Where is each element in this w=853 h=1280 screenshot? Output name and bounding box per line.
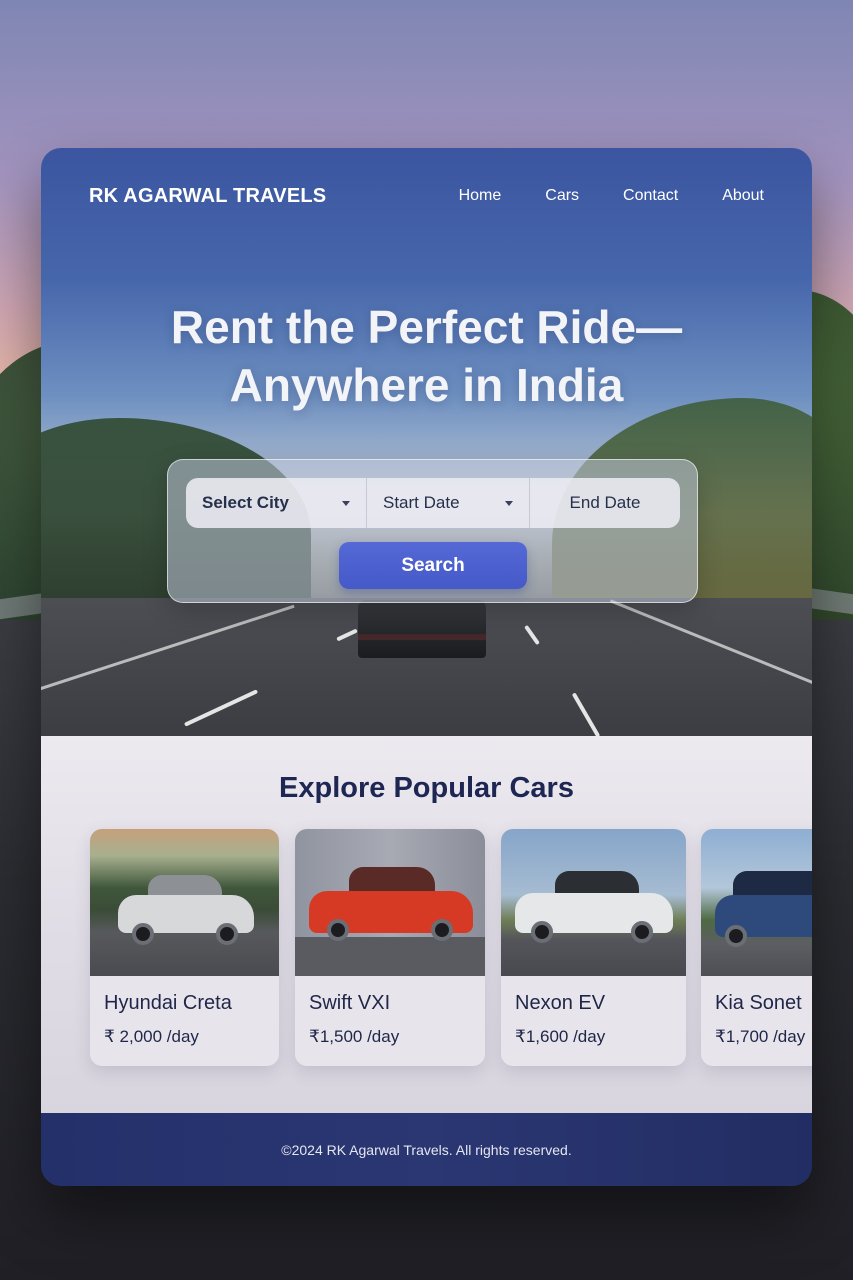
nav-item-about[interactable]: About (722, 187, 764, 205)
car-price: ₹1,700 /day (715, 1027, 806, 1046)
search-fields: Select City Start Date End Date (186, 478, 680, 528)
start-date-label: Start Date (383, 493, 460, 512)
website-card: RK AGARWAL TRAVELS Home Cars Contact Abo… (41, 148, 812, 1186)
brand-logo[interactable]: RK AGARWAL TRAVELS (89, 185, 326, 208)
car-name: Hyundai Creta (104, 992, 232, 1014)
nav-item-contact[interactable]: Contact (623, 187, 678, 205)
nav-item-home[interactable]: Home (459, 187, 502, 205)
nav-menu: Home Cars Contact About (459, 187, 764, 205)
nav-item-cars[interactable]: Cars (545, 187, 579, 205)
chevron-down-icon (342, 500, 350, 506)
car-photo (701, 829, 812, 976)
top-navigation: RK AGARWAL TRAVELS Home Cars Contact Abo… (41, 148, 812, 244)
search-button[interactable]: Search (339, 542, 527, 589)
car-photo (90, 829, 279, 976)
car-name: Nexon EV (515, 992, 606, 1014)
hero-headline-line1: Rent the Perfect Ride— (170, 301, 683, 353)
chevron-down-icon (505, 500, 513, 506)
car-card-swift-vxi[interactable]: Swift VXI ₹1,500 /day (295, 829, 485, 1066)
car-name: Swift VXI (309, 992, 391, 1014)
car-price: ₹1,600 /day (515, 1027, 606, 1046)
car-name: Kia Sonet (715, 992, 802, 1014)
start-date-select[interactable]: Start Date (367, 478, 530, 528)
car-price: ₹ 2,000 /day (104, 1027, 199, 1046)
city-select[interactable]: Select City (186, 478, 367, 528)
car-photo (295, 829, 485, 976)
car-card-hyundai-creta[interactable]: Hyundai Creta ₹ 2,000 /day (90, 829, 279, 1066)
popular-cars-section: Explore Popular Cars Hyundai Creta ₹ 2,0… (41, 736, 812, 1113)
hero-headline-line2: Anywhere in India (229, 359, 624, 411)
footer-copyright: ©2024 RK Agarwal Travels. All rights res… (281, 1141, 572, 1158)
city-select-label: Select City (202, 493, 289, 512)
end-date-label: End Date (569, 493, 641, 512)
end-date-field[interactable]: End Date (530, 478, 680, 528)
search-panel: Select City Start Date End Date Search (167, 459, 698, 603)
car-image (309, 865, 473, 951)
site-footer: ©2024 RK Agarwal Travels. All rights res… (41, 1113, 812, 1186)
hero-headline: Rent the Perfect Ride— Anywhere in India (41, 298, 812, 414)
car-price: ₹1,500 /day (309, 1027, 400, 1046)
car-photo (501, 829, 686, 976)
hero-car-image (358, 600, 486, 658)
hero-section: RK AGARWAL TRAVELS Home Cars Contact Abo… (41, 148, 812, 736)
car-image (715, 869, 812, 955)
car-card-nexon-ev[interactable]: Nexon EV ₹1,600 /day (501, 829, 686, 1066)
popular-cars-title: Explore Popular Cars (279, 772, 574, 804)
car-image (118, 873, 254, 951)
car-card-kia-sonet[interactable]: Kia Sonet ₹1,700 /day (701, 829, 812, 1066)
car-image (515, 869, 673, 953)
